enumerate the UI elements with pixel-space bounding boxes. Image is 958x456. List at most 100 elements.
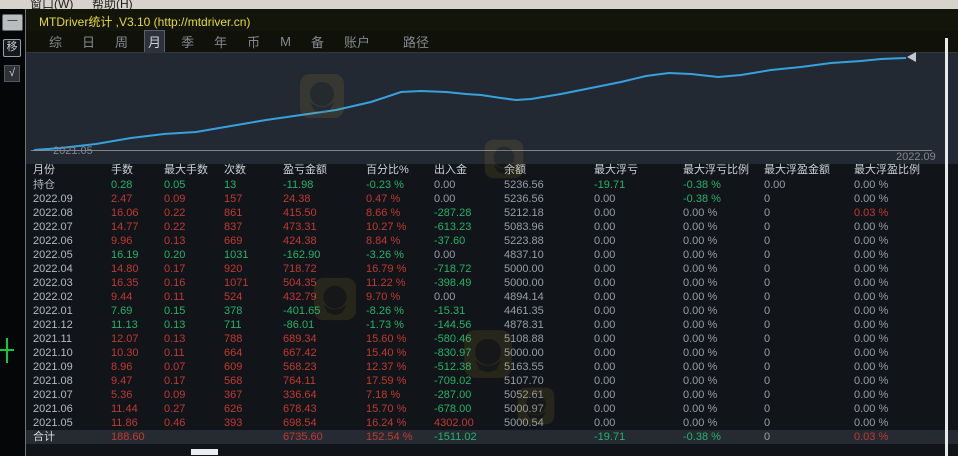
table-cell: -1.73 % [366,318,434,332]
column-header[interactable]: 最大浮亏比例 [683,163,764,178]
column-header[interactable]: 月份 [33,163,111,178]
table-row-2021.10[interactable]: 2021.1010.300.11664667.4215.40 %-830.975… [26,346,958,360]
table-cell: -0.38 % [683,430,764,444]
table-cell: 2021.06 [33,402,111,416]
column-header[interactable]: 手数 [111,163,164,178]
table-row-2022.06[interactable]: 2022.069.960.13669424.388.84 %-37.605223… [26,234,958,248]
table-cell: 678.43 [283,402,366,416]
table-cell: 524 [224,290,283,304]
table-cell: 424.38 [283,234,366,248]
table-cell: 0.00 [594,220,683,234]
tab-季[interactable]: 季 [178,31,197,52]
table-header-row: 月份手数最大手数次数盈亏金额百分比%出入金余额最大浮亏最大浮亏比例最大浮盈金额最… [26,163,958,178]
table-cell: 5083.96 [504,220,594,234]
table-row-total[interactable]: 合计188.606735.60152.54 %-1511.02-19.71-0.… [26,430,958,444]
table-cell: 2021.05 [33,416,111,430]
table-row-2022.05[interactable]: 2022.0516.190.201031-162.90-3.26 %0.0048… [26,248,958,262]
check-tool-icon[interactable]: √ [4,65,20,82]
minimize-button[interactable]: — [2,14,23,31]
table-cell: -19.71 [594,178,683,192]
table-row-2021.06[interactable]: 2021.0611.440.27626678.4315.70 %-678.005… [26,402,958,416]
move-tool-icon[interactable]: 移 [3,39,21,57]
table-row-2022.09[interactable]: 2022.092.470.0915724.380.47 %0.005236.56… [26,192,958,206]
table-cell: -398.49 [434,276,504,290]
menu-strip: 窗口(W) 帮助(H) [0,0,958,9]
table-row-2022.04[interactable]: 2022.0414.800.17920718.7216.79 %-718.725… [26,262,958,276]
column-header[interactable]: 出入金 [434,163,504,178]
tab-月[interactable]: 月 [145,31,164,52]
table-row-2021.09[interactable]: 2021.098.960.07609568.2312.37 %-512.3851… [26,360,958,374]
table-cell: 473.31 [283,220,366,234]
tab-备[interactable]: 备 [308,31,327,52]
table-cell: 0.20 [164,248,224,262]
table-cell: -0.38 % [683,178,764,192]
table-cell: 0.13 [164,318,224,332]
table-row-2022.03[interactable]: 2022.0316.350.161071504.3511.22 %-398.49… [26,276,958,290]
table-cell: 0.00 % [854,402,958,416]
horizontal-scroll-thumb[interactable] [191,449,218,455]
tab-bar: 综日周月季年币M备账户 路径 [26,31,958,52]
table-cell: 0.00 % [854,416,958,430]
table-cell [224,430,283,444]
table-row-2021.07[interactable]: 2021.075.360.09367336.647.18 %-287.00505… [26,388,958,402]
equity-curve-svg [26,53,958,164]
table-cell: 378 [224,304,283,318]
table-cell: 4894.14 [504,290,594,304]
table-row-2022.08[interactable]: 2022.0816.060.22861415.508.66 %-287.2852… [26,206,958,220]
tab-账户[interactable]: 账户 [341,31,373,52]
column-header[interactable]: 最大浮盈比例 [854,163,958,178]
table-cell: 0 [764,220,854,234]
column-header[interactable]: 百分比% [366,163,434,178]
table-cell: -19.71 [594,430,683,444]
table-cell: 0.27 [164,402,224,416]
table-cell: 0.11 [164,346,224,360]
path-label[interactable]: 路径 [403,32,429,51]
table-cell: 5000.54 [504,416,594,430]
table-cell: -1511.02 [434,430,504,444]
menu-item-help[interactable]: 帮助(H) [92,0,133,9]
table-cell: 0.17 [164,262,224,276]
table-cell [164,430,224,444]
table-row-2022.07[interactable]: 2022.0714.770.22837473.3110.27 %-613.235… [26,220,958,234]
table-cell: -580.46 [434,332,504,346]
current-value-arrow-icon [907,52,916,62]
table-row-2021.12[interactable]: 2021.1211.130.13711-86.01-1.73 %-144.564… [26,318,958,332]
column-header[interactable]: 次数 [224,163,283,178]
table-cell: 11.13 [111,318,164,332]
table-cell: 2022.06 [33,234,111,248]
tab-周[interactable]: 周 [112,31,131,52]
vertical-scrollbar[interactable] [945,38,948,456]
table-row-2021.05[interactable]: 2021.0511.860.46393698.5416.24 %4302.005… [26,416,958,430]
table-row-2022.01[interactable]: 2022.017.690.15378-401.65-8.26 %-15.3144… [26,304,958,318]
table-cell: 2.47 [111,192,164,206]
column-header[interactable]: 最大浮亏 [594,163,683,178]
tab-币[interactable]: 币 [244,31,263,52]
table-row-持仓[interactable]: 持仓0.280.0513-11.98-0.23 %0.005236.56-19.… [26,178,958,192]
tab-年[interactable]: 年 [211,31,230,52]
menu-item-window[interactable]: 窗口(W) [30,0,73,9]
table-cell: 0.00 % [683,304,764,318]
tab-日[interactable]: 日 [79,31,98,52]
table-cell: 0 [764,206,854,220]
table-cell: 0 [764,416,854,430]
table-row-2021.08[interactable]: 2021.089.470.17568764.1117.59 %-709.0251… [26,374,958,388]
crosshair-marker-vertical [6,338,8,363]
table-cell: 0.00 % [854,332,958,346]
table-row-2021.11[interactable]: 2021.1112.070.13788689.3415.60 %-580.465… [26,332,958,346]
tab-综[interactable]: 综 [46,31,65,52]
table-cell: -15.31 [434,304,504,318]
table-cell: 0.00 [764,178,854,192]
table-cell: 1031 [224,248,283,262]
table-cell: 0.00 % [854,374,958,388]
table-row-2022.02[interactable]: 2022.029.440.11524432.799.70 %0.004894.1… [26,290,958,304]
equity-chart: 2021.05 2022.09 [26,52,958,164]
table-cell: -830.97 [434,346,504,360]
table-cell: -86.01 [283,318,366,332]
column-header[interactable]: 盈亏金额 [283,163,366,178]
column-header[interactable]: 余额 [504,163,594,178]
table-cell: 152.54 % [366,430,434,444]
column-header[interactable]: 最大手数 [164,163,224,178]
table-cell: 764.11 [283,374,366,388]
tab-M[interactable]: M [277,33,294,50]
column-header[interactable]: 最大浮盈金额 [764,163,854,178]
